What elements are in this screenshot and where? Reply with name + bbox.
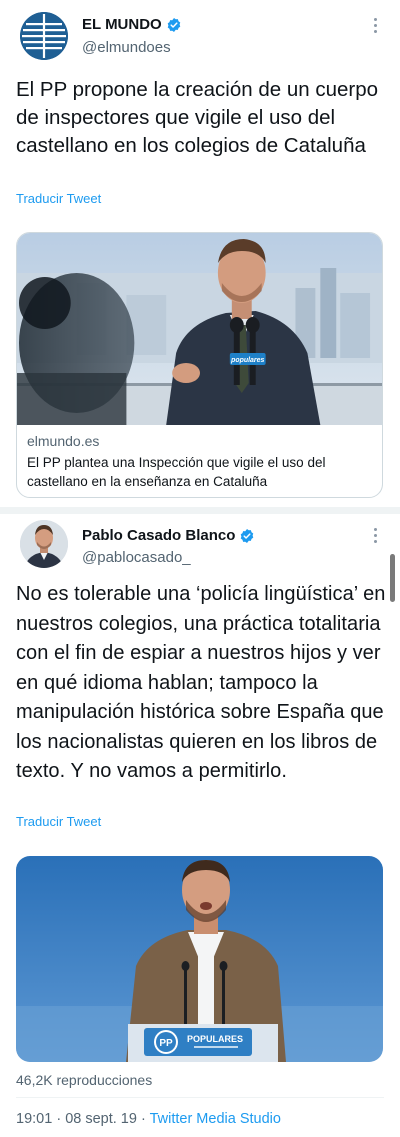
video-media[interactable]: PP POPULARES — [16, 856, 383, 1062]
tweet-date[interactable]: 08 sept. 19 — [65, 1111, 137, 1127]
podium-logo-text: PP — [159, 1038, 173, 1049]
tweet-text: No es tolerable una ‘policía lingüística… — [16, 583, 386, 782]
link-card[interactable]: populares elmundo.es El PP plantea una I… — [16, 232, 383, 498]
verified-badge-icon — [167, 17, 181, 32]
podium-label: populares — [230, 357, 264, 364]
link-card-domain: elmundo.es — [27, 433, 100, 449]
handle[interactable]: @pablocasado_ — [82, 549, 191, 566]
link-card-image: populares — [17, 233, 382, 425]
tweet-elmundo[interactable]: EL MUNDO @elmundoes El PP propone la cre… — [0, 0, 400, 508]
link-card-title: El PP plantea una Inspección que vigile … — [27, 455, 326, 489]
video-thumbnail: PP POPULARES — [16, 856, 383, 1062]
view-count: 46,2K reproducciones — [16, 1072, 153, 1088]
tweet-time[interactable]: 19:01 — [16, 1111, 52, 1127]
tweet-metadata: 19:01 · 08 sept. 19 · Twitter Media Stud… — [16, 1111, 281, 1127]
tweet-text: El PP propone la creación de un cuerpo d… — [16, 78, 379, 157]
translate-tweet-link[interactable]: Traducir Tweet — [16, 191, 101, 206]
scrollbar-thumb[interactable] — [390, 554, 395, 602]
author-name-row: EL MUNDO — [82, 16, 182, 33]
more-options-icon[interactable] — [374, 528, 378, 543]
display-name[interactable]: EL MUNDO — [82, 16, 162, 33]
more-options-icon[interactable] — [374, 18, 378, 33]
tweet-separator — [0, 507, 400, 514]
tweet-source-link[interactable]: Twitter Media Studio — [150, 1111, 281, 1127]
avatar-elmundo[interactable] — [20, 12, 68, 60]
divider — [16, 1097, 384, 1098]
author-name-row: Pablo Casado Blanco — [82, 527, 255, 544]
handle[interactable]: @elmundoes — [82, 39, 171, 56]
meta-dot: · — [56, 1111, 66, 1127]
meta-dot: · — [140, 1111, 150, 1127]
verified-badge-icon — [241, 528, 254, 543]
avatar-photo — [20, 520, 68, 568]
avatar-pablocasado[interactable] — [20, 520, 68, 568]
tweet-pablocasado[interactable]: Pablo Casado Blanco @pablocasado_ No es … — [0, 514, 400, 1137]
elmundo-globe-logo — [20, 12, 68, 60]
translate-tweet-link[interactable]: Traducir Tweet — [16, 814, 101, 829]
display-name[interactable]: Pablo Casado Blanco — [82, 527, 235, 544]
podium-label: POPULARES — [187, 1034, 243, 1044]
